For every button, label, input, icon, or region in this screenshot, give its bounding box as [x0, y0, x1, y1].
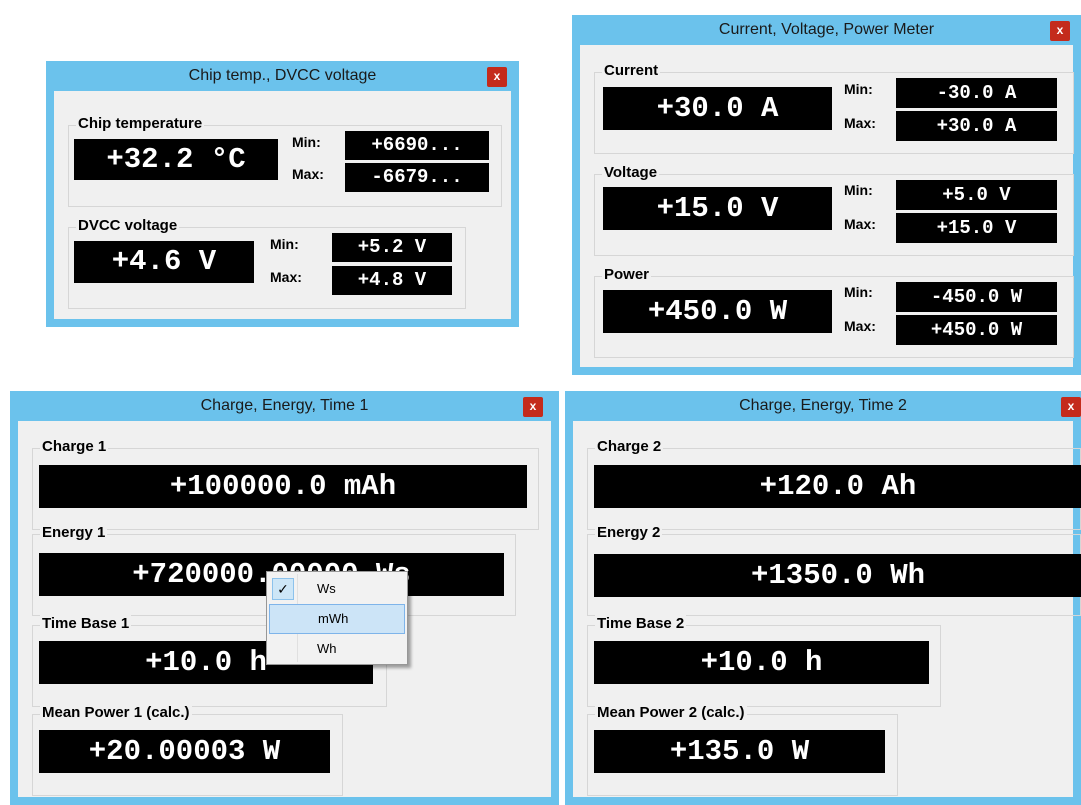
group-label: Time Base 1 [40, 615, 132, 633]
close-button[interactable]: x [523, 397, 543, 417]
menu-item-ws[interactable]: ✓ Ws [269, 574, 405, 604]
charge-1-display: +100000.0 mAh [39, 465, 527, 508]
close-button[interactable]: x [1050, 21, 1070, 41]
menu-item-label: Ws [317, 581, 336, 596]
window-title: Charge, Energy, Time 1 [200, 397, 369, 414]
close-button[interactable]: x [487, 67, 507, 87]
charge-2-display: +120.0 Ah [594, 465, 1081, 508]
max-label: Max: [844, 318, 876, 334]
chip-temperature-max-display: -6679... [345, 163, 489, 192]
energy-2-display: +1350.0 Wh [594, 554, 1081, 597]
power-display: +450.0 W [603, 290, 832, 333]
max-label: Max: [270, 269, 302, 285]
group-label: Current [602, 62, 661, 80]
mean-power-1-display: +20.00003 W [39, 730, 330, 773]
charge-energy-time-2-window: Charge, Energy, Time 2 x Charge 2 +120.0… [565, 391, 1081, 805]
mean-power-2-display: +135.0 W [594, 730, 885, 773]
min-label: Min: [270, 236, 299, 252]
menu-item-label: mWh [318, 611, 349, 626]
group-label: Charge 2 [595, 438, 664, 456]
window-title: Current, Voltage, Power Meter [718, 21, 935, 38]
chip-temp-window: Chip temp., DVCC voltage x Chip temperat… [46, 61, 519, 327]
max-label: Max: [844, 216, 876, 232]
max-label: Max: [844, 115, 876, 131]
menu-item-label: Wh [317, 641, 337, 656]
dvcc-voltage-max-display: +4.8 V [332, 266, 452, 295]
power-max-display: +450.0 W [896, 315, 1057, 345]
max-label: Max: [292, 166, 324, 182]
current-display: +30.0 A [603, 87, 832, 130]
window-client: Chip temperature +32.2 °C Min: Max: +669… [54, 91, 511, 319]
min-label: Min: [844, 182, 873, 198]
group-label: Mean Power 1 (calc.) [40, 704, 192, 722]
window-title: Chip temp., DVCC voltage [188, 67, 377, 84]
dvcc-voltage-display: +4.6 V [74, 241, 254, 283]
min-label: Min: [844, 284, 873, 300]
group-label: Mean Power 2 (calc.) [595, 704, 747, 722]
window-client: Current +30.0 A Min: Max: -30.0 A +30.0 … [580, 45, 1074, 367]
group-label: Chip temperature [76, 115, 205, 133]
time-base-2-display: +10.0 h [594, 641, 929, 684]
dvcc-voltage-min-display: +5.2 V [332, 233, 452, 262]
current-min-display: -30.0 A [896, 78, 1057, 108]
group-label: Time Base 2 [595, 615, 687, 633]
group-label: Voltage [602, 164, 660, 182]
close-button[interactable]: x [1061, 397, 1081, 417]
current-max-display: +30.0 A [896, 111, 1057, 141]
chip-temperature-min-display: +6690... [345, 131, 489, 160]
group-label: Charge 1 [40, 438, 109, 456]
voltage-display: +15.0 V [603, 187, 832, 230]
window-title: Charge, Energy, Time 2 [739, 397, 907, 414]
window-client: Charge 2 +120.0 Ah Energy 2 +1350.0 Wh T… [573, 421, 1081, 797]
check-icon: ✓ [272, 578, 294, 600]
min-label: Min: [844, 81, 873, 97]
unit-context-menu: ✓ Ws mWh Wh [266, 571, 408, 665]
menu-item-wh[interactable]: Wh [269, 634, 405, 664]
menu-item-mwh[interactable]: mWh [269, 604, 405, 634]
power-min-display: -450.0 W [896, 282, 1057, 312]
power-meter-window: Current, Voltage, Power Meter x Current … [572, 15, 1081, 375]
group-label: Energy 2 [595, 524, 663, 542]
group-label: DVCC voltage [76, 217, 180, 235]
voltage-min-display: +5.0 V [896, 180, 1057, 210]
group-label: Energy 1 [40, 524, 108, 542]
chip-temperature-display: +32.2 °C [74, 139, 278, 180]
min-label: Min: [292, 134, 321, 150]
group-label: Power [602, 266, 652, 284]
voltage-max-display: +15.0 V [896, 213, 1057, 243]
